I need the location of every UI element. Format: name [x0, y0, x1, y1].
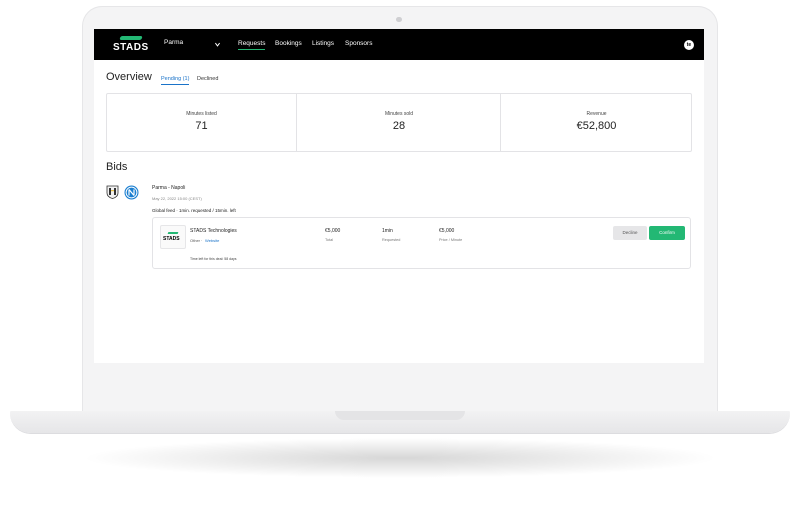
logo-text: STADS — [113, 42, 149, 53]
laptop-shadow — [80, 438, 720, 478]
company-name: STADS Technologies — [190, 228, 237, 234]
stat-value: 71 — [195, 120, 208, 132]
stat-label: Minutes sold — [384, 111, 414, 117]
stat-value: €52,800 — [576, 120, 617, 132]
requested-label: Requested — [382, 238, 401, 242]
requested-value: 1min — [382, 228, 393, 234]
top-navbar: STADS Parma Requests Bookings Listings S… — [94, 29, 704, 60]
stat-value: 28 — [392, 120, 406, 132]
match-date: May 22, 2022 15:00 (CEST) — [152, 196, 202, 201]
confirm-button[interactable]: Confirm — [649, 226, 685, 240]
overview-stats: Minutes listed 71 Minutes sold 28 Revenu… — [106, 93, 692, 152]
price-value: €5,000 — [439, 228, 455, 234]
napoli-crest-icon — [124, 185, 139, 200]
nav-sponsors[interactable]: Sponsors — [345, 40, 372, 47]
company-logo-stripe — [167, 232, 179, 234]
total-value: €5,000 — [325, 228, 341, 234]
nav-listings[interactable]: Listings — [312, 40, 334, 47]
stat-label: Revenue — [586, 111, 607, 117]
company-website-link[interactable]: Website — [205, 238, 219, 243]
stat-minutes-listed: Minutes listed 71 — [107, 94, 296, 151]
bids-title: Bids — [106, 161, 128, 173]
team-select[interactable]: Parma — [164, 29, 224, 60]
match-title: Parma - Napoli — [152, 185, 186, 191]
team-select-value: Parma — [164, 39, 184, 46]
time-left: Time left for this deal: 58 days — [190, 257, 237, 261]
feed-info: Global feed · 1min. requested / 15min. l… — [152, 208, 236, 213]
bid-card: STADS STADS Technologies Other · Website… — [152, 217, 691, 269]
camera-dot — [396, 17, 402, 22]
company-type: Other · — [190, 238, 203, 243]
laptop-notch — [335, 411, 465, 420]
stads-logo[interactable]: STADS — [111, 36, 151, 54]
nav-requests[interactable]: Requests — [238, 40, 266, 50]
total-label: Total — [325, 238, 334, 242]
company-logo: STADS — [160, 225, 186, 249]
chevron-down-icon — [215, 42, 220, 47]
user-avatar[interactable]: te — [684, 40, 694, 50]
parma-crest-icon — [106, 185, 119, 199]
price-label: Price / Minute — [439, 238, 463, 242]
app-screen: STADS Parma Requests Bookings Listings S… — [94, 29, 704, 363]
tab-pending[interactable]: Pending (1) — [161, 76, 190, 85]
stat-label: Minutes listed — [186, 111, 217, 117]
tab-declined[interactable]: Declined — [197, 76, 218, 82]
nav-bookings[interactable]: Bookings — [275, 40, 302, 47]
company-logo-text: STADS — [163, 236, 180, 242]
logo-stripe — [119, 36, 143, 40]
stat-minutes-sold: Minutes sold 28 — [296, 94, 501, 151]
decline-button[interactable]: Decline — [613, 226, 647, 240]
stat-revenue: Revenue €52,800 — [500, 94, 692, 151]
overview-title: Overview — [106, 71, 152, 83]
